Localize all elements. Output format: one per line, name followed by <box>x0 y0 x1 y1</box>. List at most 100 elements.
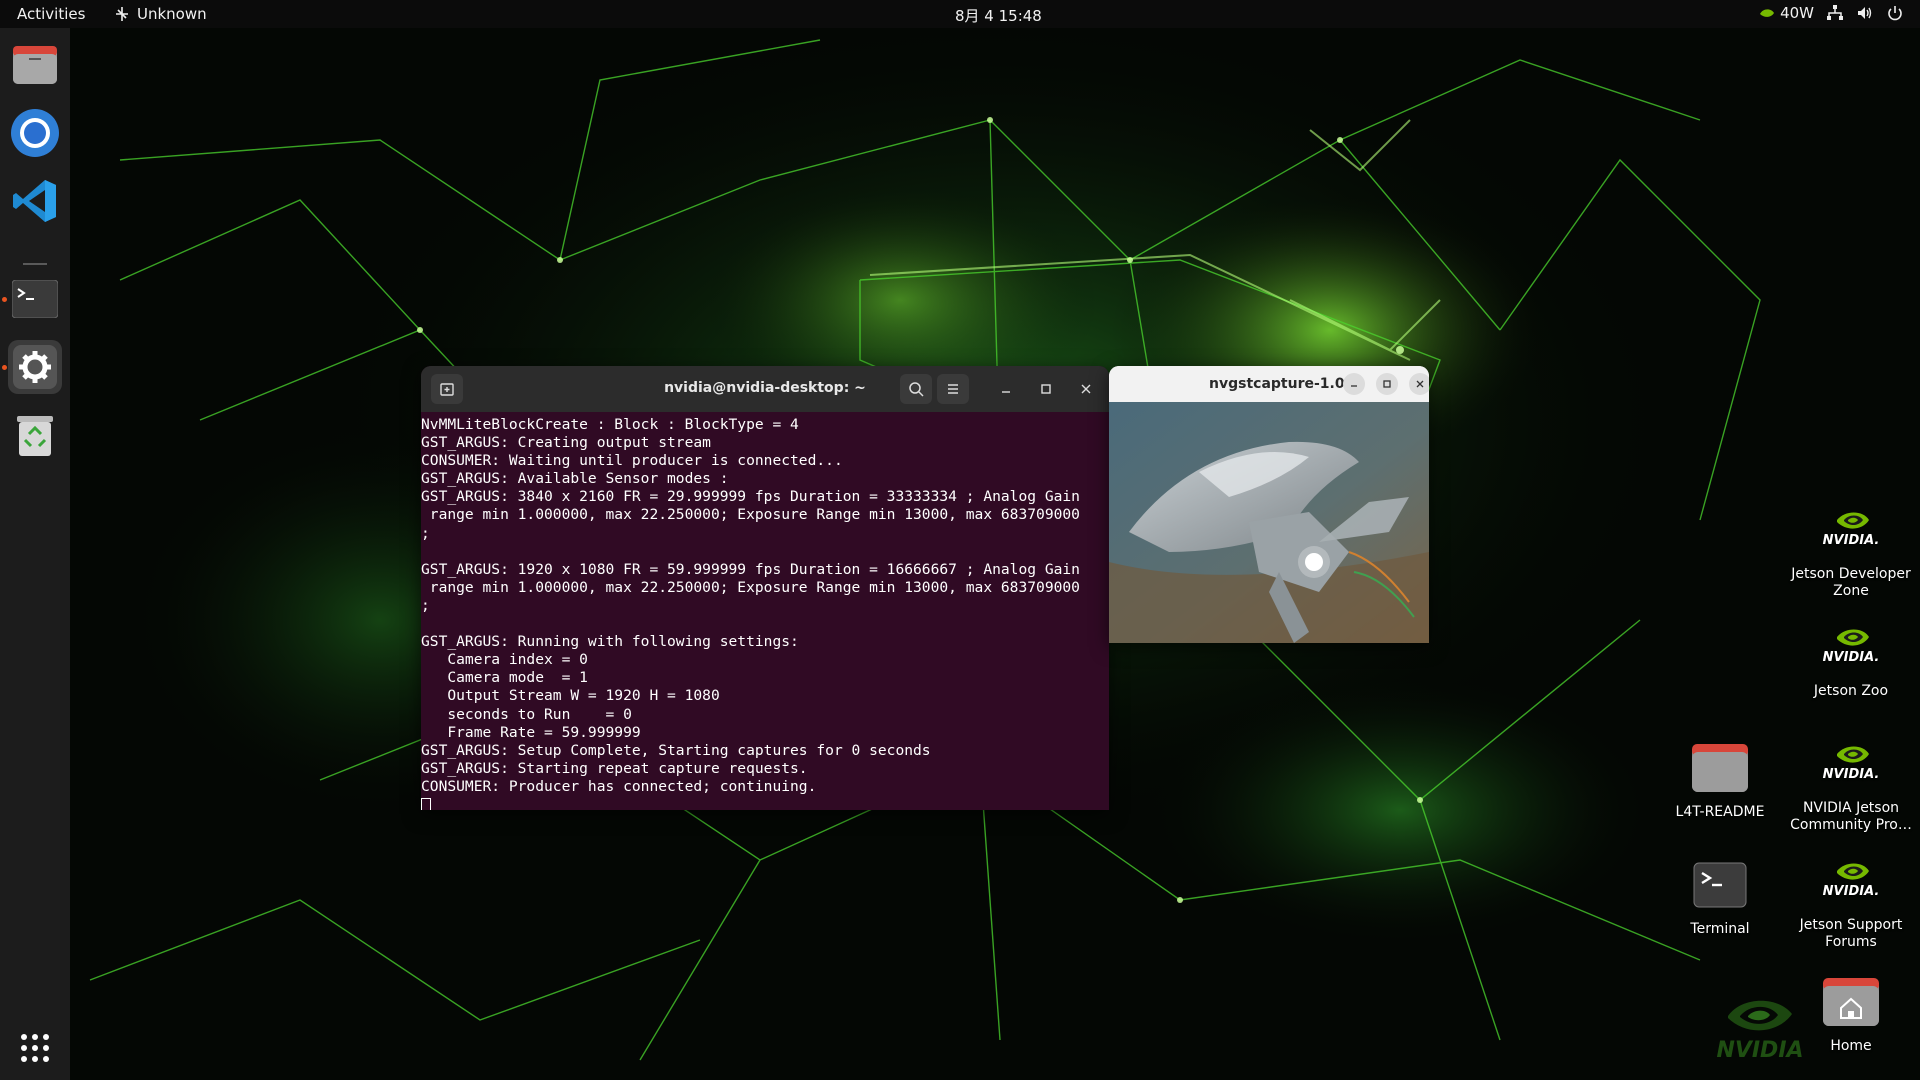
terminal-line: NvMMLiteBlockCreate : Block : BlockType … <box>421 416 799 433</box>
desktop-terminal[interactable]: Terminal <box>1655 855 1785 938</box>
capture-maximize-button[interactable] <box>1376 373 1398 395</box>
chromium-icon <box>11 109 59 157</box>
clock[interactable]: 8月 4 15:48 <box>955 5 1042 26</box>
minimize-button[interactable] <box>996 379 1016 399</box>
menu-button[interactable] <box>937 374 969 404</box>
search-icon <box>909 382 924 397</box>
folder-icon <box>13 46 57 84</box>
terminal-line: ; <box>421 596 430 614</box>
svg-text:NVIDIA.: NVIDIA. <box>1823 650 1880 665</box>
terminal-icon <box>1693 862 1747 908</box>
desktop-icon-label: Home <box>1830 1038 1872 1054</box>
nvidia-watermark: NVIDIA <box>1705 990 1815 1070</box>
dock-vscode[interactable] <box>8 174 62 228</box>
terminal-line: CONSUMER: Producer has connected; contin… <box>421 777 817 795</box>
camera-preview <box>1109 402 1429 643</box>
desktop-icon-label: Terminal <box>1690 921 1750 937</box>
svg-text:NVIDIA.: NVIDIA. <box>1823 533 1880 548</box>
desktop-icon-label: Jetson Developer Zone <box>1791 566 1911 599</box>
terminal-line: Frame Rate = 59.999999 <box>421 723 641 741</box>
nvidia-logo-icon: NVIDIA. <box>1823 512 1880 548</box>
dock-settings[interactable] <box>8 340 62 394</box>
terminal-line: ; <box>421 524 430 542</box>
terminal-line: CONSUMER: Waiting until producer is conn… <box>421 452 843 470</box>
close-button[interactable] <box>1076 379 1096 399</box>
dock-chromium[interactable] <box>8 106 62 160</box>
close-icon <box>1081 384 1091 394</box>
nvidia-logo-icon: NVIDIA. <box>1823 863 1880 899</box>
power-icon[interactable] <box>1886 4 1904 22</box>
terminal-line: Output Stream W = 1920 H = 1080 <box>421 687 720 705</box>
terminal-prompt-line[interactable] <box>421 796 1109 810</box>
svg-text:NVIDIA.: NVIDIA. <box>1823 884 1880 899</box>
running-indicator <box>2 365 7 370</box>
desktop-icon-label: NVIDIA Jetson Community Pro… <box>1790 800 1912 833</box>
search-button[interactable] <box>900 374 932 404</box>
terminal-line: GST_ARGUS: 3840 x 2160 FR = 29.999999 fp… <box>421 488 1080 506</box>
show-apps-button[interactable] <box>8 1021 62 1075</box>
running-indicator <box>2 297 7 302</box>
desktop-jetson-support-forums[interactable]: NVIDIA. Jetson Support Forums <box>1786 851 1916 951</box>
terminal-line: GST_ARGUS: Running with following settin… <box>421 633 799 651</box>
maximize-icon <box>1383 380 1391 388</box>
top-bar: Activities Unknown 8月 4 15:48 40W <box>0 0 1920 28</box>
dock <box>0 28 70 1080</box>
hamburger-menu-icon <box>948 384 958 394</box>
terminal-line: GST_ARGUS: Setup Complete, Starting capt… <box>421 741 931 759</box>
capture-minimize-button[interactable] <box>1343 373 1365 395</box>
nvidia-power-icon <box>1760 9 1775 17</box>
vscode-icon <box>13 180 56 222</box>
folder-icon <box>1692 744 1748 792</box>
terminal-line: GST_ARGUS: Available Sensor modes : <box>421 470 729 488</box>
desktop-icon-label: Jetson Zoo <box>1813 683 1889 699</box>
terminal-line: range min 1.000000, max 22.250000; Expos… <box>421 506 1080 524</box>
terminal-headerbar[interactable]: nvidia@nvidia-desktop: ~ <box>421 366 1109 412</box>
desktop-jetson-developer-zone[interactable]: NVIDIA. Jetson Developer Zone <box>1786 500 1916 600</box>
terminal-line: Camera index = 0 <box>421 651 588 669</box>
app-indicator-label: Unknown <box>137 5 207 23</box>
dock-files[interactable] <box>8 38 62 92</box>
terminal-output[interactable]: NvMMLiteBlockCreate : Block : BlockType … <box>421 412 1109 810</box>
terminal-window[interactable]: nvidia@nvidia-desktop: ~ NvMMLiteBlockCr… <box>421 366 1109 810</box>
terminal-line: GST_ARGUS: 1920 x 1080 FR = 59.999999 fp… <box>421 560 1080 578</box>
minimize-icon <box>1002 391 1010 393</box>
nvidia-eye-icon <box>1728 1000 1792 1031</box>
terminal-cursor <box>421 797 431 810</box>
system-tray[interactable]: 40W <box>1758 4 1904 22</box>
dock-terminal[interactable] <box>8 272 62 326</box>
desktop-community-projects[interactable]: NVIDIA. NVIDIA Jetson Community Pro… <box>1786 734 1916 834</box>
power-label: 40W <box>1780 4 1814 22</box>
network-activity-icon <box>116 7 128 21</box>
volume-icon[interactable] <box>1856 4 1874 22</box>
dock-trash[interactable] <box>8 408 62 462</box>
terminal-line: Camera mode = 1 <box>421 669 588 687</box>
nvidia-watermark-text: NVIDIA <box>1716 1038 1804 1063</box>
desktop-l4t-readme[interactable]: L4T-README <box>1655 738 1785 821</box>
maximize-icon <box>1041 384 1051 394</box>
svg-text:NVIDIA.: NVIDIA. <box>1823 767 1880 782</box>
capture-close-button[interactable] <box>1409 373 1429 395</box>
gear-icon <box>13 345 57 389</box>
network-wired-icon[interactable] <box>1826 4 1844 22</box>
capture-title: nvgstcapture-1.0 <box>1209 376 1345 392</box>
terminal-line: GST_ARGUS: Starting repeat capture reque… <box>421 759 808 777</box>
app-indicator[interactable]: Unknown <box>113 5 207 23</box>
desktop-jetson-zoo[interactable]: NVIDIA. Jetson Zoo <box>1786 617 1916 700</box>
nvgstcapture-window[interactable]: nvgstcapture-1.0 <box>1109 366 1429 643</box>
close-icon <box>1416 380 1424 388</box>
desktop-icon-label: Jetson Support Forums <box>1799 917 1903 950</box>
desktop-icon-label: L4T-README <box>1675 804 1765 820</box>
capture-titlebar[interactable]: nvgstcapture-1.0 <box>1109 366 1429 402</box>
home-folder-icon <box>1823 978 1879 1026</box>
nvidia-logo-icon: NVIDIA. <box>1823 629 1880 665</box>
terminal-icon <box>12 280 58 318</box>
terminal-line: GST_ARGUS: Creating output stream <box>421 434 711 452</box>
minimize-icon <box>1351 385 1357 387</box>
terminal-line: seconds to Run = 0 <box>421 705 632 723</box>
power-mode[interactable]: 40W <box>1758 4 1814 22</box>
maximize-button[interactable] <box>1036 379 1056 399</box>
trash-icon <box>17 416 53 456</box>
activities-button[interactable]: Activities <box>17 5 85 23</box>
